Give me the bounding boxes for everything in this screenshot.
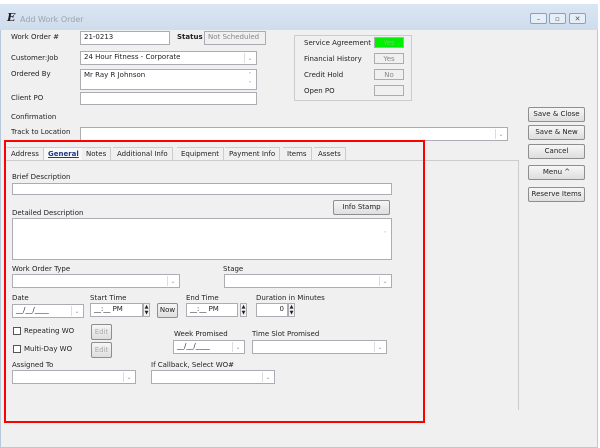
credit-hold-label: Credit Hold <box>304 71 344 79</box>
save-new-button[interactable]: Save & New <box>528 125 585 140</box>
open-po-indicator <box>374 85 404 96</box>
financial-history-indicator: Yes <box>374 53 404 64</box>
maximize-button[interactable]: ▫ <box>549 13 566 24</box>
ordered-by-value: Mr Ray R Johnson <box>84 71 146 79</box>
menu-button[interactable]: Menu ^ <box>528 165 585 180</box>
client-po-input[interactable] <box>80 92 257 105</box>
open-po-label: Open PO <box>304 87 335 95</box>
window-title: Add Work Order <box>20 15 84 24</box>
customer-job-label: Customer:Job <box>11 54 59 62</box>
highlight-box <box>4 140 425 423</box>
service-agreement-indicator: Yes <box>374 37 404 48</box>
client-po-label: Client PO <box>11 94 44 102</box>
save-close-button[interactable]: Save & Close <box>528 107 585 122</box>
cancel-button[interactable]: Cancel <box>528 144 585 159</box>
app-logo-icon: E <box>7 11 16 24</box>
title-bar <box>0 4 598 30</box>
track-location-combo[interactable]: ⌄ <box>80 127 508 141</box>
reserve-items-button[interactable]: Reserve Items <box>528 187 585 202</box>
scrollbar[interactable]: ˄˅ <box>245 71 255 88</box>
service-agreement-label: Service Agreement <box>304 39 371 47</box>
credit-hold-indicator: No <box>374 69 404 80</box>
work-order-input[interactable]: 21-0213 <box>80 31 170 45</box>
chevron-down-icon: ⌄ <box>495 129 506 139</box>
ordered-by-input[interactable]: Mr Ray R Johnson ˄ ˅ <box>80 69 257 90</box>
minimize-button[interactable]: – <box>530 13 547 24</box>
status-field: Not Scheduled <box>204 31 266 45</box>
close-button[interactable]: ✕ <box>569 13 586 24</box>
track-location-label: Track to Location <box>11 128 71 136</box>
chevron-down-icon: ⌄ <box>244 53 255 63</box>
financial-history-label: Financial History <box>304 55 362 63</box>
confirmation-label: Confirmation <box>11 113 57 121</box>
work-order-label: Work Order # <box>11 33 59 41</box>
customer-job-value: 24 Hour Fitness - Corporate <box>84 53 181 61</box>
status-label: Status <box>177 33 203 41</box>
customer-job-combo[interactable]: 24 Hour Fitness - Corporate ⌄ <box>80 51 257 65</box>
ordered-by-label: Ordered By <box>11 70 51 78</box>
